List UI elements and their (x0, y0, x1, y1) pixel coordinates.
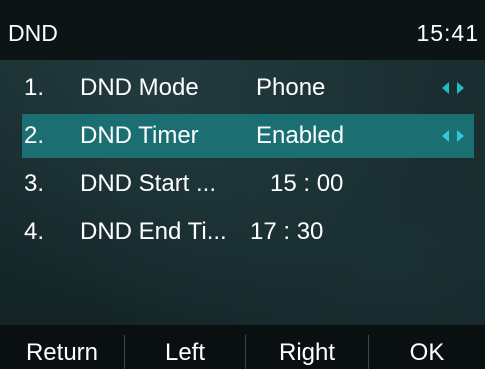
menu-item-number: 2. (24, 122, 45, 149)
menu-item-label: DND Timer (80, 122, 199, 149)
title-bar: DND 15:41 (0, 0, 485, 60)
return-softkey[interactable]: Return (0, 325, 124, 369)
dnd-mode-value[interactable]: Phone (256, 66, 325, 110)
ok-softkey[interactable]: OK (369, 325, 485, 369)
menu-item-number: 1. (24, 74, 45, 101)
page-title: DND (8, 20, 58, 46)
left-right-arrows-icon[interactable] (442, 130, 464, 142)
right-softkey[interactable]: Right (246, 325, 368, 369)
softkey-bar: Return Left Right OK (0, 325, 485, 369)
dnd-screen: DND 15:41 1. DND Mode Phone 2. DND Timer… (0, 0, 485, 369)
left-right-arrows-icon[interactable] (442, 82, 464, 94)
dnd-timer-value[interactable]: Enabled (256, 114, 344, 158)
arrow-right-icon[interactable] (457, 130, 464, 142)
menu-item-dnd-mode[interactable]: 1. DND Mode Phone (22, 66, 474, 110)
dnd-start-time-value[interactable]: 15 : 00 (270, 162, 343, 206)
dnd-end-time-value[interactable]: 17 : 30 (250, 210, 323, 254)
menu-item-number: 4. (24, 218, 45, 245)
clock: 15:41 (416, 20, 479, 46)
menu-item-dnd-end-time[interactable]: 4. DND End Ti... 17 : 30 (22, 210, 474, 254)
arrow-right-icon[interactable] (457, 82, 464, 94)
menu-item-dnd-start-time[interactable]: 3. DND Start ... 15 : 00 (22, 162, 474, 206)
menu-item-dnd-timer[interactable]: 2. DND Timer Enabled (22, 114, 474, 158)
left-softkey[interactable]: Left (125, 325, 245, 369)
menu-item-number: 3. (24, 170, 45, 197)
menu-item-label: DND End Ti... (80, 218, 227, 245)
arrow-left-icon[interactable] (442, 130, 449, 142)
menu-item-label: DND Start ... (80, 170, 217, 197)
arrow-left-icon[interactable] (442, 82, 449, 94)
menu-item-label: DND Mode (80, 74, 199, 101)
